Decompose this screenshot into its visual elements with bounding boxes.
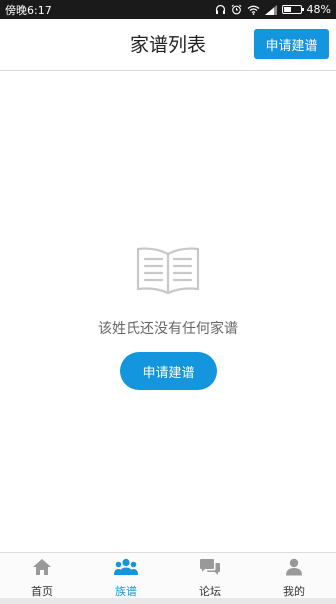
tab-mine[interactable]: 我的 — [252, 553, 336, 598]
main-content: 该姓氏还没有任何家谱 申请建谱 — [0, 71, 336, 552]
battery-icon — [281, 5, 304, 14]
signal-icon — [264, 4, 277, 15]
tab-genealogy[interactable]: 族谱 — [84, 553, 168, 598]
apply-genealogy-button[interactable]: 申请建谱 — [254, 29, 329, 59]
bottom-tab-bar: 首页 族谱 论坛 我的 — [0, 552, 336, 598]
wifi-icon — [247, 5, 260, 15]
people-icon — [114, 558, 138, 580]
empty-message: 该姓氏还没有任何家谱 — [98, 321, 238, 337]
status-bar: 傍晚6:17 48% — [0, 0, 336, 19]
tab-home[interactable]: 首页 — [0, 553, 84, 598]
chat-icon — [199, 558, 221, 580]
home-icon — [32, 558, 52, 580]
status-time: 傍晚6:17 — [5, 3, 52, 17]
tab-forum[interactable]: 论坛 — [168, 553, 252, 598]
status-indicators: 48% — [215, 3, 331, 16]
app-header: 家谱列表 申请建谱 — [0, 19, 336, 71]
open-book-icon — [135, 246, 201, 298]
tab-label: 族谱 — [115, 585, 137, 598]
tab-label: 首页 — [31, 585, 53, 598]
tab-label: 论坛 — [199, 585, 221, 598]
headphones-icon — [215, 4, 226, 15]
alarm-icon — [231, 4, 242, 15]
empty-apply-button[interactable]: 申请建谱 — [120, 352, 217, 390]
tab-label: 我的 — [283, 585, 305, 598]
person-icon — [285, 558, 303, 580]
bottom-strip — [0, 598, 336, 604]
battery-percent: 48% — [306, 3, 331, 16]
